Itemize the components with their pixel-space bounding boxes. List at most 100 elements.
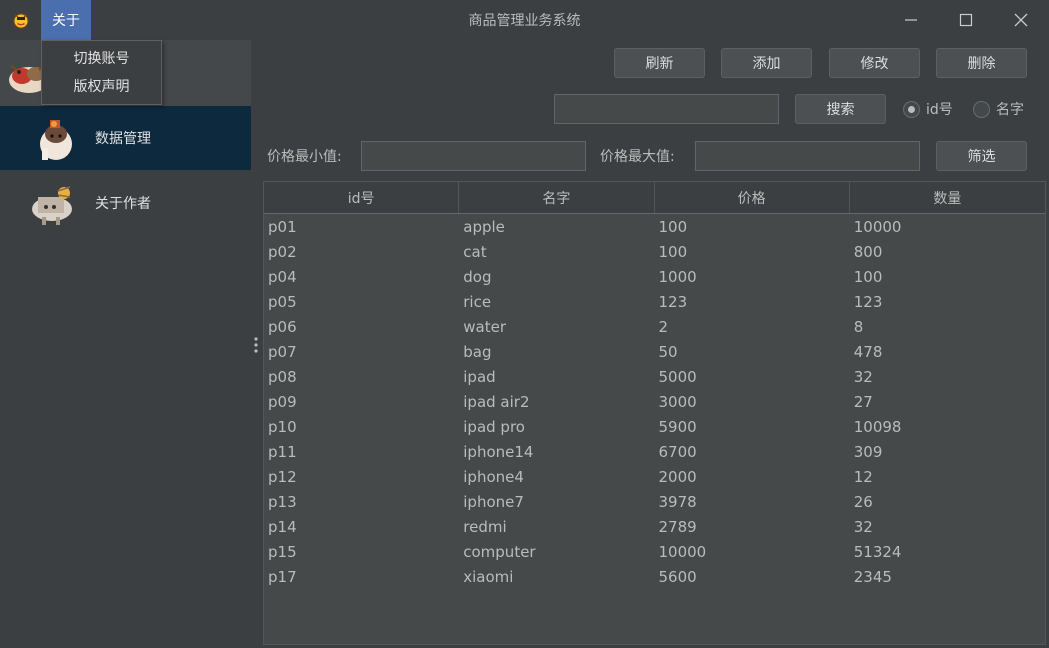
- table-cell: 2345: [853, 567, 892, 586]
- table-cell: bag: [463, 342, 492, 361]
- table-row[interactable]: p02 cat 100 800: [264, 239, 1045, 264]
- delete-button[interactable]: 删除: [936, 48, 1027, 78]
- column-header-price[interactable]: 价格: [655, 182, 850, 213]
- table-cell: 123: [853, 292, 883, 311]
- table-cell: 309: [853, 442, 883, 461]
- table-cell: 100: [658, 217, 688, 236]
- maximize-button[interactable]: [938, 0, 993, 40]
- table-cell: 100: [853, 267, 883, 286]
- table-header: id号 名字 价格 数量: [264, 182, 1045, 214]
- table-cell: 2789: [658, 517, 697, 536]
- table-cell: p01: [268, 217, 297, 236]
- radio-circle: [903, 100, 920, 118]
- sidebar-item-label: 数据管理: [95, 131, 151, 147]
- radio-id[interactable]: id号: [903, 98, 953, 120]
- close-button[interactable]: [993, 0, 1048, 40]
- table-row[interactable]: p05 rice 123 123: [264, 289, 1045, 314]
- table-cell: iphone4: [463, 467, 524, 486]
- table-cell: xiaomi: [463, 567, 514, 586]
- table-cell: ipad pro: [463, 417, 525, 436]
- table-cell: iphone7: [463, 492, 524, 511]
- table-cell: p10: [268, 417, 297, 436]
- menu-item-switch-account[interactable]: 切换账号: [42, 44, 161, 72]
- table-cell: 1000: [658, 267, 697, 286]
- table-cell: dog: [463, 267, 492, 286]
- filter-button[interactable]: 筛选: [936, 141, 1027, 171]
- sidebar-item-about-author[interactable]: 关于作者: [0, 171, 251, 235]
- table-cell: p13: [268, 492, 297, 511]
- table-cell: rice: [463, 292, 492, 311]
- table-cell: p05: [268, 292, 297, 311]
- price-min-input[interactable]: [361, 141, 586, 171]
- table-cell: 2000: [658, 467, 697, 486]
- table-row[interactable]: p01 apple 100 10000: [264, 214, 1045, 239]
- menu-about[interactable]: 关于: [41, 0, 91, 40]
- table-cell: 27: [853, 392, 873, 411]
- search-button[interactable]: 搜索: [795, 94, 886, 124]
- title-bar: 关于 商品管理业务系统: [0, 0, 1049, 40]
- table-cell: iphone14: [463, 442, 534, 461]
- table-cell: 100: [658, 242, 688, 261]
- about-dropdown-menu: 切换账号 版权声明: [41, 40, 162, 105]
- column-header-quantity[interactable]: 数量: [850, 182, 1045, 213]
- table-cell: p04: [268, 267, 297, 286]
- edit-button[interactable]: 修改: [829, 48, 920, 78]
- table-body: p01 apple 100 10000 p02 cat 100 800 p04 dog 1000 10…: [264, 214, 1045, 589]
- column-header-name[interactable]: 名字: [459, 182, 655, 213]
- table-row[interactable]: p14 redmi 2789 32: [264, 514, 1045, 539]
- column-header-id[interactable]: id号: [264, 182, 460, 213]
- radio-id-label: id号: [926, 102, 953, 118]
- refresh-button[interactable]: 刷新: [614, 48, 705, 78]
- table-cell: 32: [853, 367, 873, 386]
- minimize-button[interactable]: [883, 0, 938, 40]
- table-row[interactable]: p08 ipad 5000 32: [264, 364, 1045, 389]
- table-cell: 10000: [658, 542, 707, 561]
- maximize-icon: [959, 13, 972, 27]
- add-button[interactable]: 添加: [721, 48, 812, 78]
- sidebar: 数据管理 关于作者: [0, 40, 251, 648]
- table-row[interactable]: p11 iphone14 6700 309: [264, 439, 1045, 464]
- table-cell: p06: [268, 317, 297, 336]
- table-row[interactable]: p17 xiaomi 5600 2345: [264, 564, 1045, 589]
- table-row[interactable]: p13 iphone7 3978 26: [264, 489, 1045, 514]
- table-cell: p09: [268, 392, 297, 411]
- table-row[interactable]: p07 bag 50 478: [264, 339, 1045, 364]
- product-table: id号 名字 价格 数量 p01 apple 100 10000 p02 cat 100 80…: [263, 181, 1046, 645]
- table-cell: 800: [853, 242, 883, 261]
- table-row[interactable]: p04 dog 1000 100: [264, 264, 1045, 289]
- table-row[interactable]: p06 water 2 8: [264, 314, 1045, 339]
- price-max-label: 价格最大值:: [600, 149, 675, 165]
- table-cell: 26: [853, 492, 873, 511]
- cat-icon: [40, 120, 72, 160]
- table-row[interactable]: p15 computer 10000 51324: [264, 539, 1045, 564]
- table-row[interactable]: p10 ipad pro 5900 10098: [264, 414, 1045, 439]
- table-cell: redmi: [463, 517, 507, 536]
- radio-name[interactable]: 名字: [973, 98, 1024, 120]
- table-cell: p11: [268, 442, 297, 461]
- table-row[interactable]: p09 ipad air2 3000 27: [264, 389, 1045, 414]
- search-input[interactable]: [554, 94, 779, 124]
- table-row[interactable]: p12 iphone4 2000 12: [264, 464, 1045, 489]
- table-cell: 3978: [658, 492, 697, 511]
- table-cell: 3000: [658, 392, 697, 411]
- table-cell: p02: [268, 242, 297, 261]
- table-cell: p17: [268, 567, 297, 586]
- close-icon: [1014, 13, 1027, 27]
- table-cell: 32: [853, 517, 873, 536]
- drag-handle-icon[interactable]: [253, 336, 259, 354]
- price-max-input[interactable]: [695, 141, 920, 171]
- table-cell: ipad: [463, 367, 496, 386]
- table-cell: 478: [853, 342, 883, 361]
- table-cell: ipad air2: [463, 392, 530, 411]
- menu-item-copyright[interactable]: 版权声明: [42, 72, 161, 100]
- table-cell: 10000: [853, 217, 902, 236]
- sidebar-item-data-management[interactable]: 数据管理: [0, 106, 251, 170]
- table-cell: p14: [268, 517, 297, 536]
- table-cell: 51324: [853, 542, 902, 561]
- sidebar-item-label: 关于作者: [95, 196, 151, 212]
- table-cell: 5900: [658, 417, 697, 436]
- table-cell: apple: [463, 217, 505, 236]
- table-cell: 12: [853, 467, 873, 486]
- table-cell: 123: [658, 292, 688, 311]
- app-icon: [13, 13, 29, 29]
